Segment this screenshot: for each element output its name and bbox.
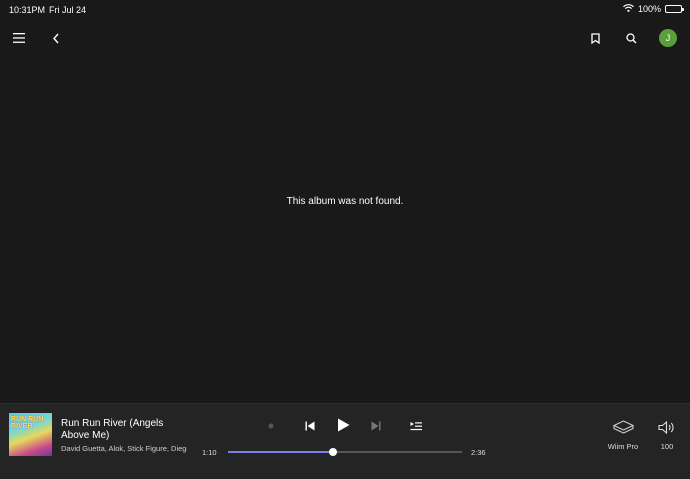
battery-icon bbox=[665, 5, 684, 13]
play-icon[interactable] bbox=[334, 416, 352, 434]
top-nav bbox=[0, 24, 690, 52]
speaker-device-icon[interactable] bbox=[612, 418, 634, 436]
volume-icon[interactable] bbox=[657, 418, 677, 436]
next-icon[interactable] bbox=[368, 418, 384, 434]
track-artist[interactable]: David Guetta, Alok, Stick Figure, Diego bbox=[61, 444, 187, 453]
status-right: 100% bbox=[623, 4, 684, 14]
bookmark-icon[interactable] bbox=[583, 26, 607, 50]
time-total: 2:36 bbox=[471, 448, 486, 457]
previous-icon[interactable] bbox=[302, 418, 318, 434]
status-bar: 10:31PM Fri Jul 24 100% bbox=[0, 0, 690, 20]
progress-thumb[interactable] bbox=[329, 448, 338, 456]
wifi-icon bbox=[623, 4, 634, 14]
status-time: 10:31PM bbox=[9, 5, 46, 15]
progress-bar[interactable] bbox=[228, 448, 462, 456]
menu-icon[interactable] bbox=[7, 26, 31, 50]
now-playing-bar: RUN RUN RIVER Run Run River (Angels Abov… bbox=[0, 403, 690, 479]
back-chevron-icon[interactable] bbox=[44, 26, 68, 50]
search-icon[interactable] bbox=[619, 26, 643, 50]
volume-level: 100 bbox=[660, 442, 674, 451]
progress-fill bbox=[228, 451, 334, 453]
time-elapsed: 1:10 bbox=[202, 448, 217, 457]
album-art-text: RUN RUN RIVER bbox=[11, 416, 44, 430]
battery-percent: 100% bbox=[637, 4, 661, 14]
status-date: Fri Jul 24 bbox=[49, 5, 87, 15]
device-name[interactable]: Wiim Pro bbox=[603, 442, 643, 451]
queue-icon[interactable] bbox=[408, 418, 424, 434]
album-art[interactable]: RUN RUN RIVER bbox=[9, 413, 52, 456]
track-title[interactable]: Run Run River (Angels Above Me) bbox=[61, 418, 191, 442]
not-found-message: This album was not found. bbox=[286, 196, 404, 207]
record-dot-icon[interactable] bbox=[264, 419, 278, 433]
avatar[interactable]: J bbox=[659, 29, 677, 47]
